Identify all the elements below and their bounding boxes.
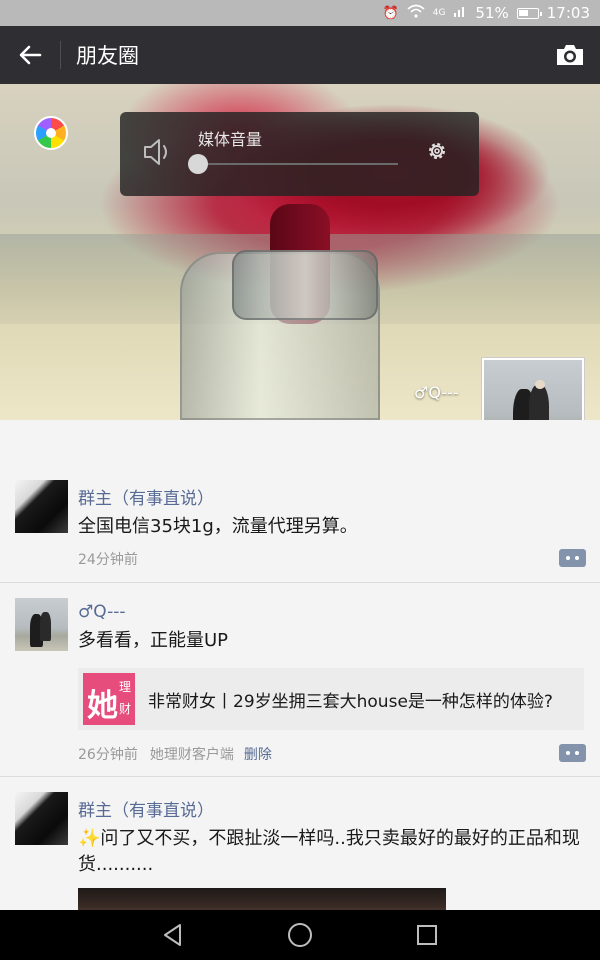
shared-link-card[interactable]: 她 理 财 非常财女丨29岁坐拥三套大house是一种怎样的体验? xyxy=(78,668,584,730)
post-image[interactable] xyxy=(78,888,446,910)
page-title: 朋友圈 xyxy=(76,44,139,68)
avatar[interactable] xyxy=(15,480,68,533)
post-time: 26分钟前 xyxy=(78,747,138,763)
camera-button[interactable] xyxy=(540,26,600,84)
link-app-logo: 她 理 财 xyxy=(83,673,135,725)
back-button[interactable] xyxy=(0,26,60,84)
cover-user-name: ♂Q--- xyxy=(414,383,459,402)
volume-label: 媒体音量 xyxy=(198,130,263,149)
post-time: 24分钟前 xyxy=(78,552,138,568)
volume-slider-track[interactable] xyxy=(198,163,398,165)
volume-panel: 媒体音量 xyxy=(120,112,479,196)
wifi-icon xyxy=(407,4,425,22)
camera-icon xyxy=(557,45,583,65)
battery-percent: 51% xyxy=(475,4,509,22)
square-recents-icon xyxy=(416,925,437,945)
post-item: ♂Q--- 多看看，正能量UP 她 理 财 非常财女丨29岁坐拥三套大house… xyxy=(0,598,600,763)
title-bar: 朋友圈 xyxy=(0,26,600,84)
post-text: 多看看，正能量UP xyxy=(78,630,229,651)
speaker-icon[interactable] xyxy=(142,136,176,172)
nav-recents-button[interactable] xyxy=(407,915,447,955)
post-text: 全国电信35块1g，流量代理另算。 xyxy=(78,516,358,537)
moments-feed: 群主（有事直说） 全国电信35块1g，流量代理另算。 24分钟前 ♂Q--- 多… xyxy=(0,420,600,910)
post-divider xyxy=(0,776,600,777)
comment-icon[interactable] xyxy=(559,744,586,762)
nav-back-button[interactable] xyxy=(153,915,193,955)
gear-icon[interactable] xyxy=(426,140,448,166)
delete-button[interactable]: 删除 xyxy=(244,747,272,763)
system-nav-bar xyxy=(0,910,600,960)
arrow-left-icon xyxy=(19,45,42,65)
circle-home-icon xyxy=(287,923,312,947)
nav-home-button[interactable] xyxy=(280,915,320,955)
link-title: 非常财女丨29岁坐拥三套大house是一种怎样的体验? xyxy=(148,691,553,712)
post-divider xyxy=(0,582,600,583)
post-meta: 26分钟前 她理财客户端 删除 xyxy=(78,744,272,764)
post-text: ✨问了又不买，不跟扯淡一样吗..我只卖最好的最好的正品和现货.......... xyxy=(78,828,580,875)
post-author[interactable]: 群主（有事直说） xyxy=(78,796,214,821)
volume-slider-thumb[interactable] xyxy=(188,154,208,174)
alarm-icon: ⏰ xyxy=(382,5,399,21)
triangle-back-icon xyxy=(164,924,182,946)
network-type-label: 4G xyxy=(432,8,446,18)
avatar[interactable] xyxy=(15,598,68,651)
status-time: 17:03 xyxy=(546,4,590,22)
post-author[interactable]: ♂Q--- xyxy=(78,602,126,622)
status-bar: ⏰ 4G 51% 17:03 xyxy=(0,0,600,26)
battery-icon xyxy=(516,7,542,19)
shutter-app-icon[interactable] xyxy=(34,116,68,150)
signal-icon xyxy=(453,4,467,22)
post-author[interactable]: 群主（有事直说） xyxy=(78,484,214,509)
post-source[interactable]: 她理财客户端 xyxy=(150,747,234,763)
cover-bottle-neck xyxy=(232,250,378,320)
comment-icon[interactable] xyxy=(559,549,586,567)
avatar[interactable] xyxy=(15,792,68,845)
